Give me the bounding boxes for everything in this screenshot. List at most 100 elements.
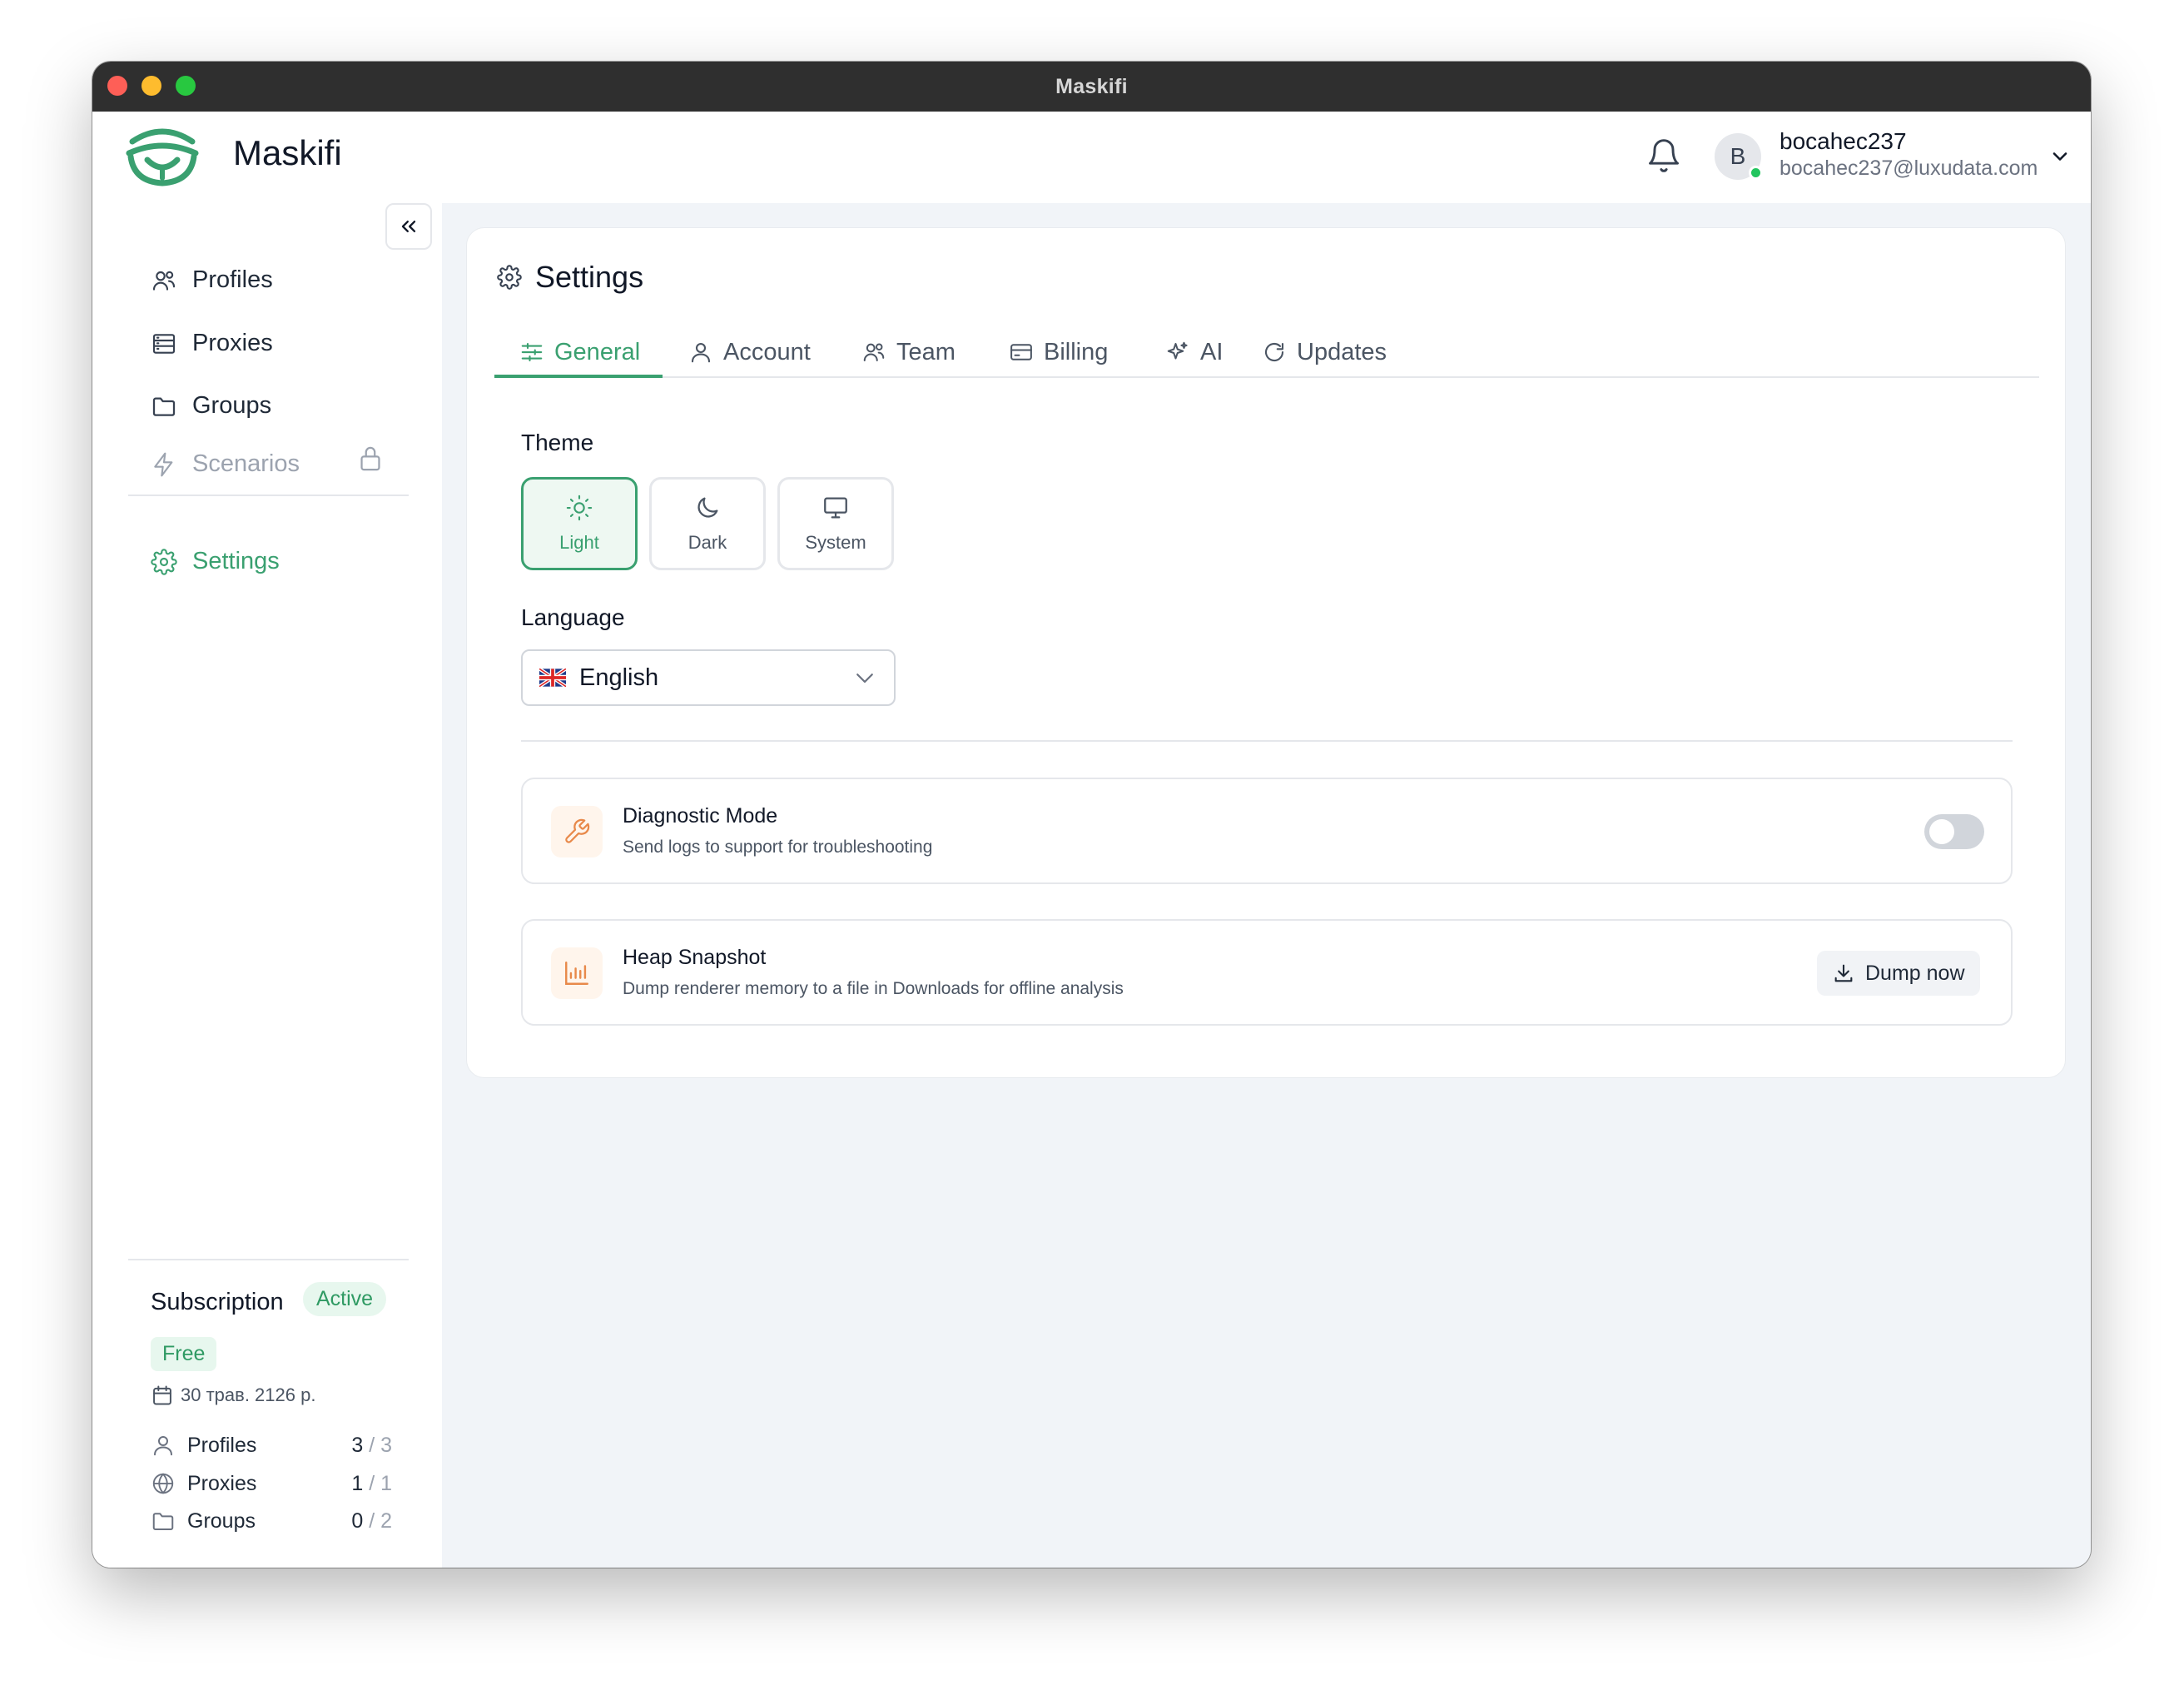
- theme-option-label: Dark: [687, 532, 727, 553]
- bolt-icon: [154, 452, 173, 476]
- sidebar-item-settings[interactable]: Settings: [151, 548, 280, 575]
- heap-snapshot-description: Dump renderer memory to a file in Downlo…: [623, 979, 1124, 998]
- uk-flag-icon: [539, 669, 566, 687]
- refresh-icon: [1264, 342, 1284, 362]
- gear-icon: [151, 548, 177, 575]
- language-label: Language: [521, 604, 625, 630]
- sparkles-icon: [1167, 341, 1188, 360]
- maximize-window-button[interactable]: [176, 76, 196, 96]
- tab-label: Team: [896, 338, 956, 365]
- active-tab-indicator: [494, 375, 663, 378]
- status-badge: Active: [303, 1282, 387, 1316]
- download-icon: [1834, 964, 1853, 982]
- tab-label: AI: [1200, 338, 1224, 365]
- tab-ai[interactable]: AI: [1165, 328, 1223, 376]
- title-bar: Maskifi: [92, 62, 2091, 112]
- usage-row-groups: Groups 0 / 2: [151, 1509, 392, 1533]
- tab-team[interactable]: Team: [861, 328, 956, 376]
- usage-label: Groups: [187, 1509, 256, 1533]
- gear-icon: [497, 265, 522, 290]
- avatar-initial: B: [1730, 143, 1746, 169]
- moon-icon: [697, 497, 718, 518]
- dump-now-label: Dump now: [1865, 961, 1965, 985]
- user-icon: [691, 342, 711, 363]
- chevron-down-icon: [856, 674, 873, 683]
- header: Maskifi B bocahec237 bocahec237@luxudata…: [92, 112, 2091, 203]
- page-title: Settings: [497, 260, 643, 295]
- tab-updates[interactable]: Updates: [1262, 328, 1387, 376]
- window-controls: [107, 76, 196, 96]
- tab-billing[interactable]: Billing: [1009, 328, 1108, 376]
- bell-icon[interactable]: [1645, 137, 1682, 174]
- heap-snapshot-title: Heap Snapshot: [623, 946, 767, 969]
- subscription-date: 30 трав. 2126 р.: [151, 1384, 315, 1407]
- chevron-down-icon[interactable]: [2048, 145, 2072, 168]
- user-name[interactable]: bocahec237: [1779, 128, 1907, 155]
- chart-icon-box: [551, 947, 603, 999]
- sidebar-item-groups[interactable]: Groups: [151, 392, 271, 420]
- subscription-date-text: 30 трав. 2126 р.: [181, 1384, 316, 1405]
- users-icon: [152, 271, 176, 291]
- diagnostic-mode-toggle[interactable]: [1924, 814, 1984, 849]
- tab-account[interactable]: Account: [688, 328, 811, 376]
- theme-option-label: Light: [559, 532, 599, 553]
- monitor-icon: [824, 497, 847, 519]
- language-value: English: [579, 664, 659, 691]
- theme-dark-button[interactable]: Dark: [649, 477, 766, 570]
- usage-label: Proxies: [187, 1471, 257, 1495]
- sidebar-item-profiles[interactable]: Profiles: [151, 266, 273, 294]
- diagnostic-mode-row: Diagnostic Mode Send logs to support for…: [521, 778, 2013, 884]
- settings-card: Settings General Account Team Billing AI…: [466, 227, 2066, 1078]
- sidebar-item-label: Groups: [192, 392, 272, 419]
- theme-label: Theme: [521, 430, 594, 455]
- sidebar-item-label: Settings: [192, 548, 280, 574]
- toggle-knob: [1929, 819, 1954, 844]
- sidebar-item-label: Profiles: [192, 266, 273, 293]
- app-name: Maskifi: [233, 133, 342, 172]
- close-window-button[interactable]: [107, 76, 127, 96]
- avatar[interactable]: B: [1715, 133, 1763, 180]
- sidebar-item-label: Scenarios: [192, 450, 300, 477]
- tab-label: Billing: [1044, 338, 1109, 365]
- window-title: Maskifi: [1055, 74, 1128, 98]
- dump-now-button[interactable]: Dump now: [1817, 951, 1980, 996]
- lock-icon: [360, 446, 380, 471]
- folder-icon: [152, 1513, 174, 1530]
- tab-label: General: [554, 338, 641, 365]
- users-icon: [863, 343, 885, 361]
- tab-label: Updates: [1297, 338, 1387, 365]
- heap-snapshot-row: Heap Snapshot Dump renderer memory to a …: [521, 919, 2013, 1026]
- credit-card-icon: [1010, 344, 1032, 360]
- sliders-icon: [521, 342, 543, 362]
- language-select[interactable]: English: [521, 649, 896, 706]
- settings-tabs: General Account Team Billing AI Updates: [494, 320, 2039, 378]
- sidebar-item-scenarios[interactable]: Scenarios: [151, 450, 300, 478]
- sun-icon: [566, 495, 593, 521]
- usage-count: 3 / 3: [351, 1433, 392, 1457]
- tab-label: Account: [723, 338, 811, 365]
- calendar-icon: [153, 1385, 171, 1405]
- theme-light-button[interactable]: Light: [521, 477, 638, 570]
- sidebar-divider: [128, 495, 409, 496]
- maskifi-logo-icon: [126, 128, 199, 186]
- page-title-text: Settings: [535, 260, 644, 294]
- sidebar-item-proxies[interactable]: Proxies: [151, 330, 273, 357]
- collapse-sidebar-button[interactable]: [385, 203, 432, 250]
- chevrons-left-icon: [401, 221, 416, 232]
- theme-system-button[interactable]: System: [777, 477, 894, 570]
- usage-row-profiles: Profiles 3 / 3: [151, 1433, 392, 1458]
- folder-icon: [152, 397, 176, 416]
- user-email[interactable]: bocahec237@luxudata.com: [1779, 157, 2038, 181]
- wrench-icon-box: [551, 806, 603, 857]
- theme-option-label: System: [805, 532, 866, 553]
- diagnostic-mode-title: Diagnostic Mode: [623, 804, 778, 828]
- sidebar-divider: [128, 1259, 409, 1260]
- sidebar-item-label: Proxies: [192, 330, 273, 356]
- main-content: Settings General Account Team Billing AI…: [442, 203, 2091, 1568]
- tab-general[interactable]: General: [519, 328, 640, 376]
- sidebar: Profiles Proxies Groups Scenarios Settin…: [92, 203, 442, 1568]
- server-icon: [152, 333, 176, 354]
- app-window: Maskifi Maskifi B bocahec237 bocahec237@…: [92, 62, 2091, 1568]
- minimize-window-button[interactable]: [141, 76, 161, 96]
- user-icon: [154, 1436, 172, 1456]
